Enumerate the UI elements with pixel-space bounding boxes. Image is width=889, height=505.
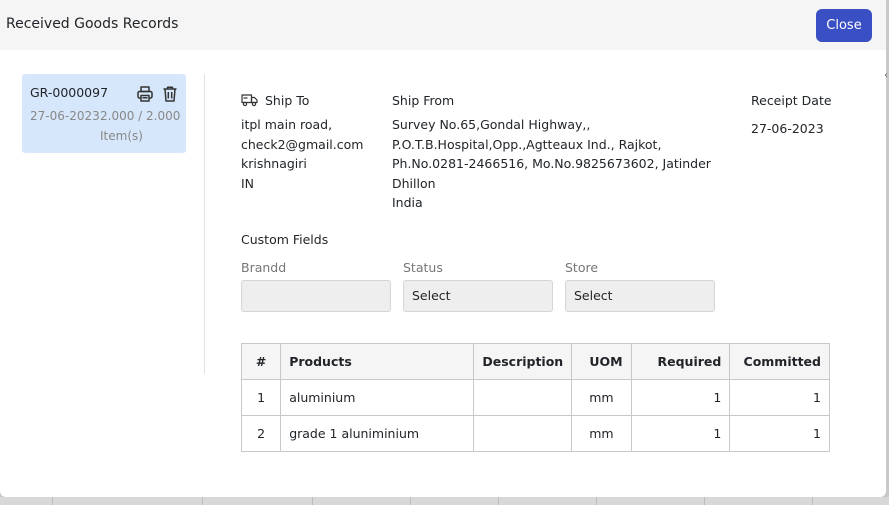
- ship-from-label: Ship From: [392, 93, 455, 108]
- address-line: Ph.No.0281-2466516, Mo.No.9825673602, Ja…: [392, 156, 711, 171]
- address-line: P.O.T.B.Hospital,Opp.,Agtteaux Ind., Raj…: [392, 136, 662, 152]
- column-header-committed: Committed: [729, 343, 830, 380]
- modal-header: Received Goods Records Close: [0, 0, 886, 50]
- custom-fields-title: Custom Fields: [241, 232, 329, 247]
- ship-to-address: itpl main road, check2@gmail.com krishna…: [241, 115, 363, 193]
- table-row: 2 grade 1 aluniminium mm 1 1: [240, 415, 830, 452]
- cell-product: aluminium: [280, 379, 475, 416]
- gr-date: 27-06-2023: [30, 109, 100, 123]
- store-label: Store: [565, 260, 599, 275]
- backdrop-divider: [596, 497, 597, 505]
- backdrop-divider: [202, 497, 203, 505]
- gr-number: GR-0000097: [30, 85, 109, 100]
- address-line: Survey No.65,Gondal Highway,,: [392, 117, 591, 132]
- address-line: IN: [241, 175, 255, 191]
- brandd-label: Brandd: [241, 260, 287, 275]
- close-button[interactable]: Close: [816, 9, 872, 42]
- column-header-description: Description: [473, 343, 573, 380]
- panel-divider: [204, 74, 205, 374]
- truck-icon: [241, 93, 258, 107]
- received-goods-modal: Received Goods Records Close ‹ GR-000009…: [0, 0, 888, 497]
- gr-quantity: 2.000 / 2.000: [100, 109, 181, 123]
- table-header-row: # Products Description UOM Required Comm…: [240, 343, 830, 380]
- scroll-indicator: ‹: [884, 70, 888, 81]
- table-row: 1 aluminium mm 1 1: [240, 379, 830, 416]
- cell-committed: 1: [729, 415, 830, 452]
- modal-title: Received Goods Records: [6, 16, 179, 32]
- status-label: Status: [403, 260, 443, 275]
- gr-record-card[interactable]: GR-0000097 27-06-2023 2.000 / 2.000 Item…: [22, 74, 186, 153]
- cell-committed: 1: [729, 379, 830, 416]
- items-table: # Products Description UOM Required Comm…: [240, 343, 830, 452]
- address-line: krishnagiri: [241, 156, 307, 171]
- backdrop-divider: [410, 497, 411, 505]
- column-header-number: #: [240, 343, 282, 380]
- ship-from-address: Survey No.65,Gondal Highway,, P.O.T.B.Ho…: [392, 115, 722, 213]
- backdrop-divider: [52, 497, 53, 505]
- backdrop-divider: [312, 497, 313, 505]
- cell-number: 2: [240, 415, 282, 452]
- backdrop: [0, 497, 889, 505]
- cell-required: 1: [630, 379, 731, 416]
- column-header-required: Required: [630, 343, 731, 380]
- backdrop-divider: [498, 497, 499, 505]
- brandd-input[interactable]: [241, 280, 391, 312]
- cell-number: 1: [240, 379, 282, 416]
- trash-icon[interactable]: [161, 85, 179, 103]
- backdrop-divider: [812, 497, 813, 505]
- column-header-uom: UOM: [571, 343, 632, 380]
- backdrop-divider: [704, 497, 705, 505]
- cell-description: [473, 379, 573, 416]
- address-line: India: [392, 195, 423, 210]
- receipt-date-label: Receipt Date: [751, 93, 832, 108]
- cell-uom: mm: [571, 379, 632, 416]
- print-icon[interactable]: [136, 85, 154, 103]
- column-header-products: Products: [280, 343, 475, 380]
- address-line: Dhillon: [392, 175, 436, 191]
- status-select[interactable]: Select: [403, 280, 553, 312]
- address-line: itpl main road,: [241, 117, 333, 132]
- cell-required: 1: [630, 415, 731, 452]
- cell-uom: mm: [571, 415, 632, 452]
- store-select[interactable]: Select: [565, 280, 715, 312]
- gr-items-label: Item(s): [100, 129, 143, 143]
- address-line: check2@gmail.com: [241, 136, 364, 152]
- cell-product: grade 1 aluniminium: [280, 415, 475, 452]
- receipt-date-value: 27-06-2023: [751, 121, 824, 136]
- cell-description: [473, 415, 573, 452]
- ship-to-label: Ship To: [265, 93, 310, 108]
